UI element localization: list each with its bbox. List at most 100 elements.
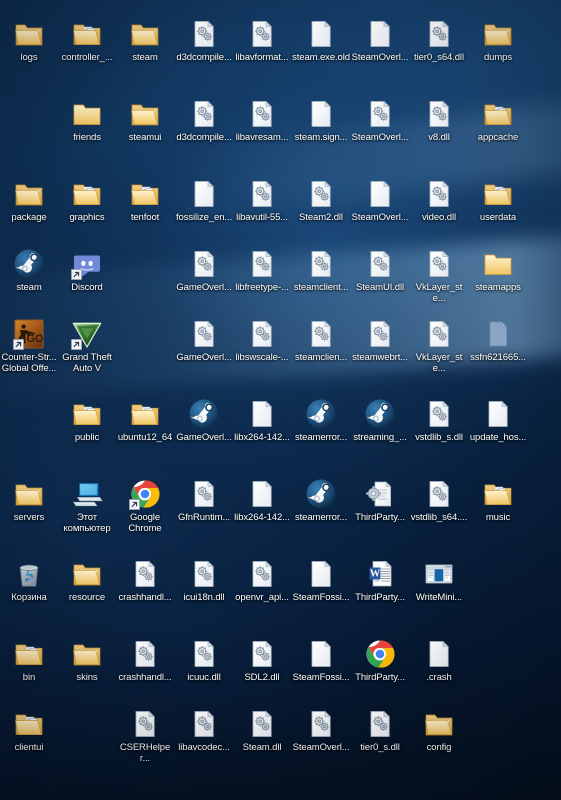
desktop-icon-streaming[interactable]: streaming_...: [351, 398, 409, 444]
desktop-icon-steamclient-1[interactable]: steamclient...: [292, 248, 350, 294]
desktop-icon-gfnruntime[interactable]: GfnRuntim...: [175, 478, 233, 524]
desktop-icon-friends[interactable]: friends: [58, 98, 116, 144]
desktop-icon-steamwebrtc[interactable]: steamwebrt...: [351, 318, 409, 364]
desktop-icon-icuuc[interactable]: icuuc.dll: [175, 638, 233, 684]
desktop-icon-ssfn[interactable]: ssfn621665...: [469, 318, 527, 364]
desktop-icon-resource[interactable]: resource: [58, 558, 116, 604]
desktop-icon-libavutil-55[interactable]: libavutil-55...: [233, 178, 291, 224]
desktop-icon-steamfossil-2[interactable]: SteamFossi...: [292, 638, 350, 684]
desktop-icon-openvr-api[interactable]: openvr_api...: [233, 558, 291, 604]
desktop-icon-steamerror-2[interactable]: steamerror...: [292, 478, 350, 524]
desktop-icon-thirdparty-1[interactable]: ThirdParty...: [351, 478, 409, 524]
desktop-icon-d3dcompiler-2[interactable]: d3dcompile...: [175, 98, 233, 144]
desktop-icon-steamclient-2[interactable]: steamclien...: [292, 318, 350, 364]
desktop-icon-gameoverlay-2[interactable]: GameOverl...: [175, 318, 233, 364]
desktop-icon-sdl2[interactable]: SDL2.dll: [233, 638, 291, 684]
desktop-icon-logos[interactable]: logs: [0, 18, 58, 64]
dll-gears-icon: [423, 18, 455, 50]
desktop-icon-tier0-s[interactable]: tier0_s.dll: [351, 708, 409, 754]
desktop-icon-label: GameOverl...: [176, 432, 232, 443]
desktop-icon-servers[interactable]: servers: [0, 478, 58, 524]
desktop-icon-csgo[interactable]: GO Counter-Str... Global Offe...: [0, 318, 58, 374]
desktop-icon-steamui-dll[interactable]: SteamUI.dll: [351, 248, 409, 294]
dll-gears-icon: [305, 708, 337, 740]
desktop-icon-label: VkLayer_ste...: [415, 282, 463, 304]
desktop-icon-libavformat[interactable]: libavformat...: [233, 18, 291, 64]
desktop-icon-steam-sign[interactable]: steam.sign...: [292, 98, 350, 144]
desktop-icon-tenfoot[interactable]: tenfoot: [116, 178, 174, 224]
desktop-icon-steam-folder[interactable]: steam: [116, 18, 174, 64]
desktop-icon-gtav[interactable]: Grand Theft Auto V: [58, 318, 116, 374]
desktop-icon-vklayer-2[interactable]: VkLayer_ste...: [410, 318, 468, 374]
desktop-icon-steam-dll[interactable]: Steam.dll: [233, 708, 291, 754]
desktop-icon-icui18n[interactable]: icui18n.dll: [175, 558, 233, 604]
desktop-icon-thirdparty-3[interactable]: ThirdParty...: [351, 638, 409, 684]
dll-gears-icon: [305, 248, 337, 280]
desktop-icon-clientui[interactable]: clientui: [0, 708, 58, 754]
desktop-icon-steam2-dll[interactable]: Steam2.dll: [292, 178, 350, 224]
desktop-icon-package[interactable]: package: [0, 178, 58, 224]
desktop-icon-dot-crash[interactable]: .crash: [410, 638, 468, 684]
desktop-icon-tier0-s64[interactable]: tier0_s64.dll: [410, 18, 468, 64]
desktop-icon-appcache[interactable]: appcache: [469, 98, 527, 144]
desktop-icon-fossilize-enc[interactable]: fossilize_en...: [175, 178, 233, 224]
dll-gears-icon: [129, 558, 161, 590]
desktop-icon-steam-app[interactable]: steam: [0, 248, 58, 294]
desktop-icon-writemini[interactable]: WriteMini...: [410, 558, 468, 604]
desktop-icon-skins[interactable]: skins: [58, 638, 116, 684]
desktop-icon-steamapps[interactable]: steamapps: [469, 248, 527, 294]
desktop-icon-label: steamwebrt...: [352, 352, 408, 363]
desktop-icon-vstdlib-s64[interactable]: vstdlib_s64....: [410, 478, 468, 524]
desktop-icon-steamoverlay-4[interactable]: SteamOverl...: [292, 708, 350, 754]
desktop-icon-libx264-142-2[interactable]: libx264-142...: [233, 478, 291, 524]
desktop-icon-crashhandler-2[interactable]: crashhandl...: [116, 638, 174, 684]
desktop-icon-gameoverlay-1[interactable]: GameOverl...: [175, 248, 233, 294]
desktop-icon-userdata[interactable]: userdata: [469, 178, 527, 224]
desktop-icon-crashhandler-1[interactable]: crashhandl...: [116, 558, 174, 604]
desktop-icon-label: ThirdParty...: [355, 672, 405, 683]
desktop-icon-libx264-142-1[interactable]: libx264-142...: [233, 398, 291, 444]
desktop-icon-cserhelper[interactable]: CSERHelper...: [116, 708, 174, 764]
desktop-icon-video-dll[interactable]: video.dll: [410, 178, 468, 224]
desktop-surface[interactable]: logs controller_... steam d3dcompile... …: [0, 0, 561, 800]
desktop-icon-libavresample[interactable]: libavresam...: [233, 98, 291, 144]
desktop-icon-update-hosts[interactable]: update_hos...: [469, 398, 527, 444]
desktop-icon-music[interactable]: music: [469, 478, 527, 524]
desktop-icon-graphics[interactable]: graphics: [58, 178, 116, 224]
desktop-icon-this-pc[interactable]: Этот компьютер: [58, 478, 116, 534]
desktop-icon-thirdparty-2[interactable]: W ThirdParty...: [351, 558, 409, 604]
folder-open-icon: [71, 558, 103, 590]
desktop-icon-bin[interactable]: bin: [0, 638, 58, 684]
desktop-icon-controller[interactable]: controller_...: [58, 18, 116, 64]
desktop-icon-vklayer-1[interactable]: VkLayer_ste...: [410, 248, 468, 304]
desktop-icon-public[interactable]: public: [58, 398, 116, 444]
desktop-icon-discord[interactable]: Discord: [58, 248, 116, 294]
dll-gears-icon: [305, 178, 337, 210]
desktop-icon-libfreetype[interactable]: libfreetype-...: [233, 248, 291, 294]
desktop-icon-steamerror-1[interactable]: steamerror...: [292, 398, 350, 444]
chrome-icon: [364, 638, 396, 670]
desktop-icon-steamoverlay-3[interactable]: SteamOverl...: [351, 178, 409, 224]
desktop-icon-libavcodec[interactable]: libavcodec...: [175, 708, 233, 754]
desktop-icon-v8-dll[interactable]: v8.dll: [410, 98, 468, 144]
dll-gears-icon: [364, 318, 396, 350]
desktop-icon-label: vstdlib_s.dll: [415, 432, 463, 443]
desktop-icon-steam-exe-old[interactable]: steam.exe.old: [292, 18, 350, 64]
dll-gears-icon: [423, 318, 455, 350]
desktop-icon-steamoverlay-2[interactable]: SteamOverl...: [351, 98, 409, 144]
desktop-icon-dumps[interactable]: dumps: [469, 18, 527, 64]
desktop-icon-steamoverlay-1[interactable]: SteamOverl...: [351, 18, 409, 64]
desktop-icon-vstdlib-s[interactable]: vstdlib_s.dll: [410, 398, 468, 444]
desktop-icon-label: steam.sign...: [294, 132, 348, 143]
desktop-icon-label: SteamUI.dll: [355, 282, 404, 293]
desktop-icon-google-chrome[interactable]: Google Chrome: [116, 478, 174, 534]
desktop-icon-steamfossil-1[interactable]: SteamFossi...: [292, 558, 350, 604]
desktop-icon-libswscale[interactable]: libswscale-...: [233, 318, 291, 364]
desktop-icon-ubuntu12-64[interactable]: ubuntu12_64: [116, 398, 174, 444]
desktop-icon-recycle-bin[interactable]: Корзина: [0, 558, 58, 604]
desktop-icon-label: Google Chrome: [128, 512, 162, 534]
desktop-icon-gameoverlay-3[interactable]: GameOverl...: [175, 398, 233, 444]
desktop-icon-d3dcompiler-1[interactable]: d3dcompile...: [175, 18, 233, 64]
desktop-icon-config[interactable]: config: [410, 708, 468, 754]
desktop-icon-steamui[interactable]: steamui: [116, 98, 174, 144]
